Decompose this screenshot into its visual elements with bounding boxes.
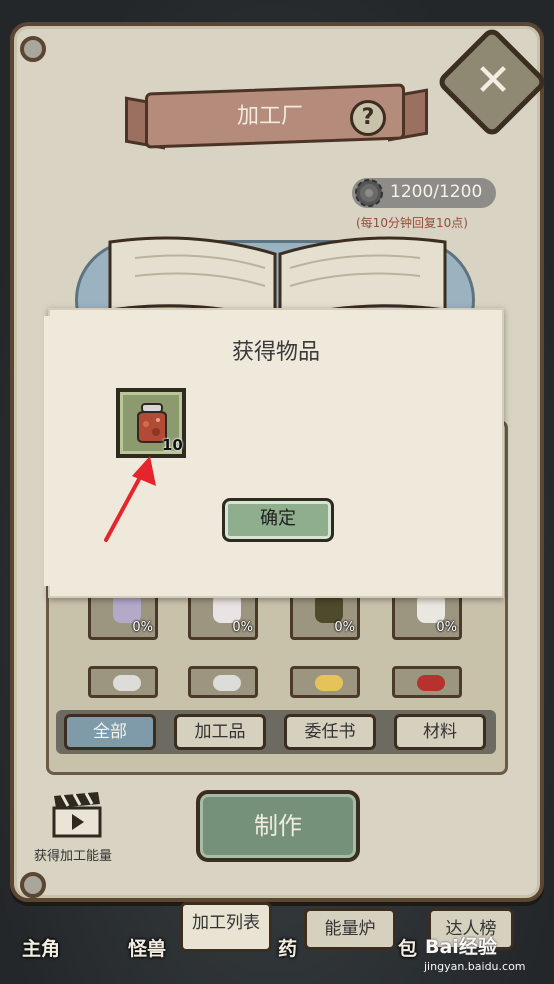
jar-lid-icon xyxy=(213,675,241,691)
clapperboard-icon[interactable] xyxy=(50,790,104,838)
watermark-logo: Bai经验 xyxy=(425,936,497,958)
make-button[interactable]: 制作 xyxy=(196,790,360,862)
item-progress: 0% xyxy=(334,620,355,635)
red-arrow-icon xyxy=(104,456,156,542)
red-box-icon xyxy=(417,675,445,691)
pin-decoration xyxy=(20,36,46,62)
filter-processed-button[interactable]: 加工品 xyxy=(174,714,266,750)
modal-title: 获得物品 xyxy=(231,340,320,365)
cheese-icon xyxy=(315,675,343,691)
tab-process-list[interactable]: 加工列表 xyxy=(180,902,272,952)
gear-icon xyxy=(355,179,383,207)
filter-commission-button[interactable]: 委任书 xyxy=(284,714,376,750)
filter-all-button[interactable]: 全部 xyxy=(64,714,156,750)
pin-decoration xyxy=(20,872,46,898)
item-progress: 0% xyxy=(132,620,153,635)
close-icon[interactable]: ✕ xyxy=(468,56,518,106)
watermark-url: jingyan.baidu.com xyxy=(424,960,526,973)
jar-lid-icon xyxy=(113,675,141,691)
nav-monster[interactable]: 怪兽 xyxy=(128,934,166,961)
item-progress: 0% xyxy=(232,620,253,635)
item-progress: 0% xyxy=(436,620,457,635)
energy-value: 1200/1200 xyxy=(390,182,483,202)
nav-potion[interactable]: 药 xyxy=(278,934,297,961)
confirm-button[interactable]: 确定 xyxy=(222,498,334,542)
page-title: 加工厂 xyxy=(236,104,303,129)
nav-bag[interactable]: 包 xyxy=(398,934,417,961)
question-icon[interactable]: ? xyxy=(350,100,386,136)
item-slot[interactable] xyxy=(88,666,158,698)
video-reward-label: 获得加工能量 xyxy=(34,849,113,864)
energy-regen-note: (每10分钟回复10点) xyxy=(356,216,468,230)
item-slot[interactable] xyxy=(290,666,360,698)
tab-energy-furnace[interactable]: 能量炉 xyxy=(304,908,396,950)
item-slot[interactable] xyxy=(392,666,462,698)
filter-materials-button[interactable]: 材料 xyxy=(394,714,486,750)
item-slot[interactable] xyxy=(188,666,258,698)
nav-hero[interactable]: 主角 xyxy=(22,934,60,961)
